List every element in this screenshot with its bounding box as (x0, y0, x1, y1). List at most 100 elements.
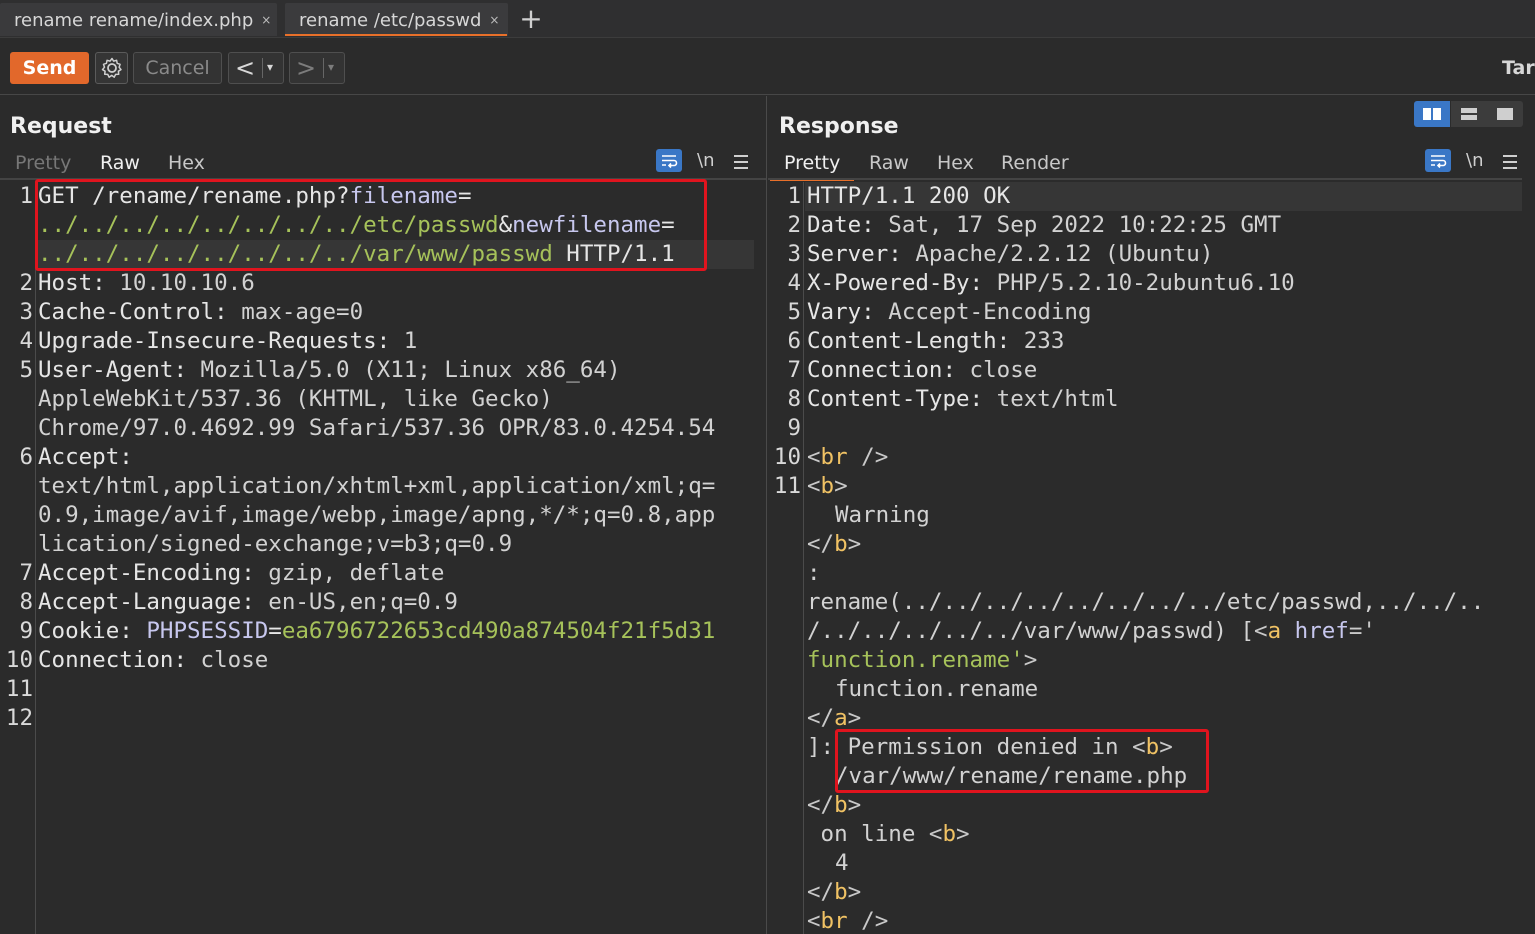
line-number: 4 (19, 328, 33, 354)
header-value: 1 (390, 328, 418, 354)
forward-button[interactable]: > ▾ (289, 52, 345, 84)
header-value: close (956, 357, 1038, 383)
header-line: Accept-Encoding: gzip, deflate (38, 559, 444, 588)
line-number: 7 (787, 357, 801, 383)
divider (262, 58, 263, 78)
tab-rename-passwd[interactable]: rename /etc/passwd × (285, 3, 508, 36)
header-value-wrap: 0.9,image/avif,image/webp,image/apng,*/*… (38, 502, 716, 528)
equals: =' (1348, 618, 1376, 644)
bracket: < (1254, 618, 1268, 644)
line-number: 4 (787, 270, 801, 296)
header-value-wrap: lication/signed-exchange;v=b3;q=0.9 (38, 531, 513, 557)
line-number: 6 (787, 328, 801, 354)
line-number: 8 (19, 589, 33, 615)
header-key: Connection: (807, 357, 957, 383)
header-line: Server: Apache/2.2.12 (Ubuntu) (807, 240, 1213, 269)
header-key: Content-Length: (807, 328, 1011, 354)
header-key: User-Agent: (38, 357, 188, 383)
line-number: 2 (787, 212, 801, 238)
tag-name: b (942, 821, 957, 847)
header-value: 233 (1010, 328, 1065, 354)
header-line: Connection: close (38, 646, 268, 675)
tab-close-icon[interactable]: × (489, 13, 499, 27)
header-key: Content-Type: (807, 386, 984, 412)
send-button[interactable]: Send (10, 52, 89, 84)
response-title: Response (779, 114, 899, 139)
header-key: Connection: (38, 647, 188, 673)
request-title: Request (10, 114, 112, 139)
chevron-down-icon[interactable]: ▾ (328, 60, 334, 74)
header-key: X-Powered-By: (807, 270, 984, 296)
wrap-lines-icon[interactable] (1425, 149, 1451, 172)
header-value: max-age=0 (227, 299, 364, 325)
header-value: 10.10.10.6 (105, 270, 255, 296)
menu-icon[interactable] (1503, 155, 1517, 169)
equals: = (268, 618, 282, 644)
tab-hex[interactable]: Hex (937, 152, 974, 174)
tag-name: b (834, 879, 848, 905)
header-key: Host: (38, 270, 106, 296)
html-line: /../../../../../var/www/passwd) [<a href… (807, 617, 1376, 646)
header-line: Vary: Accept-Encoding (807, 298, 1091, 327)
quote: ' (1010, 647, 1024, 673)
forward-arrow-icon: > (296, 54, 317, 82)
split-view-icon[interactable] (1414, 101, 1450, 127)
header-line: Host: 10.10.10.6 (38, 269, 255, 298)
line-number: 10 (5, 647, 33, 673)
html-line: <br /> (807, 443, 888, 472)
line-number: 6 (19, 444, 33, 470)
settings-gear-icon (101, 57, 122, 78)
request-view-tabs: Pretty Raw Hex (15, 152, 755, 181)
header-line: X-Powered-By: PHP/5.2.10-2ubuntu6.10 (807, 269, 1295, 298)
tab-render[interactable]: Render (1001, 152, 1069, 174)
line-number: 7 (19, 560, 33, 586)
tab-raw[interactable]: Raw (86, 152, 154, 181)
stacked-view-icon[interactable] (1451, 101, 1487, 127)
add-tab-button[interactable]: + (518, 4, 544, 34)
tab-close-icon[interactable]: × (261, 13, 271, 27)
tab-pretty[interactable]: Pretty (15, 152, 71, 174)
line-number: 1 (19, 183, 33, 209)
tab-pretty[interactable]: Pretty (769, 152, 855, 181)
chevron-down-icon[interactable]: ▾ (267, 60, 273, 74)
html-line: </b> (807, 878, 861, 907)
line-number: 3 (19, 299, 33, 325)
bracket: > (847, 879, 862, 905)
rename-text: /../../../../../var/www/passwd) [ (807, 618, 1255, 644)
settings-button[interactable] (95, 52, 128, 84)
target-label[interactable]: Tar (1502, 57, 1535, 79)
newline-toggle-icon[interactable]: \n (1466, 150, 1483, 171)
menu-icon[interactable] (734, 155, 748, 169)
line-number: 5 (787, 299, 801, 325)
colon-text: : (807, 560, 821, 586)
back-arrow-icon: < (235, 54, 256, 82)
header-value: Accept-Encoding (874, 299, 1092, 325)
wrap-lines-icon[interactable] (656, 149, 682, 172)
line-number: 11 (773, 473, 801, 499)
bracket: > (847, 792, 862, 818)
html-line: </b> (807, 530, 861, 559)
active-tab-indicator (285, 34, 507, 36)
tab-hex[interactable]: Hex (168, 152, 205, 174)
newline-toggle-icon[interactable]: \n (697, 150, 714, 171)
bracket: < (928, 821, 943, 847)
single-view-icon[interactable] (1487, 101, 1523, 127)
status-line: HTTP/1.1 200 OK (807, 183, 1011, 209)
bracket-colon: ]: (807, 734, 835, 760)
header-key: Accept-Language: (38, 589, 255, 615)
back-button[interactable]: < ▾ (228, 52, 284, 84)
line-number: 2 (19, 270, 33, 296)
link-text: function.rename (835, 676, 1039, 702)
line-number: 11 (5, 676, 33, 702)
tab-rename-index[interactable]: rename rename/index.php × (0, 3, 277, 36)
tag-name: b (834, 531, 848, 557)
header-line: Cookie: PHPSESSID=ea6796722653cd490a8745… (38, 617, 715, 646)
pane-splitter[interactable] (766, 96, 767, 934)
html-line: function.rename'> (807, 646, 1037, 675)
header-line: Content-Type: text/html (807, 385, 1119, 414)
header-value: close (187, 647, 269, 673)
bracket: < (807, 473, 821, 499)
header-key: Cookie: (38, 618, 133, 644)
tab-raw[interactable]: Raw (869, 152, 909, 174)
cancel-button[interactable]: Cancel (133, 52, 222, 84)
